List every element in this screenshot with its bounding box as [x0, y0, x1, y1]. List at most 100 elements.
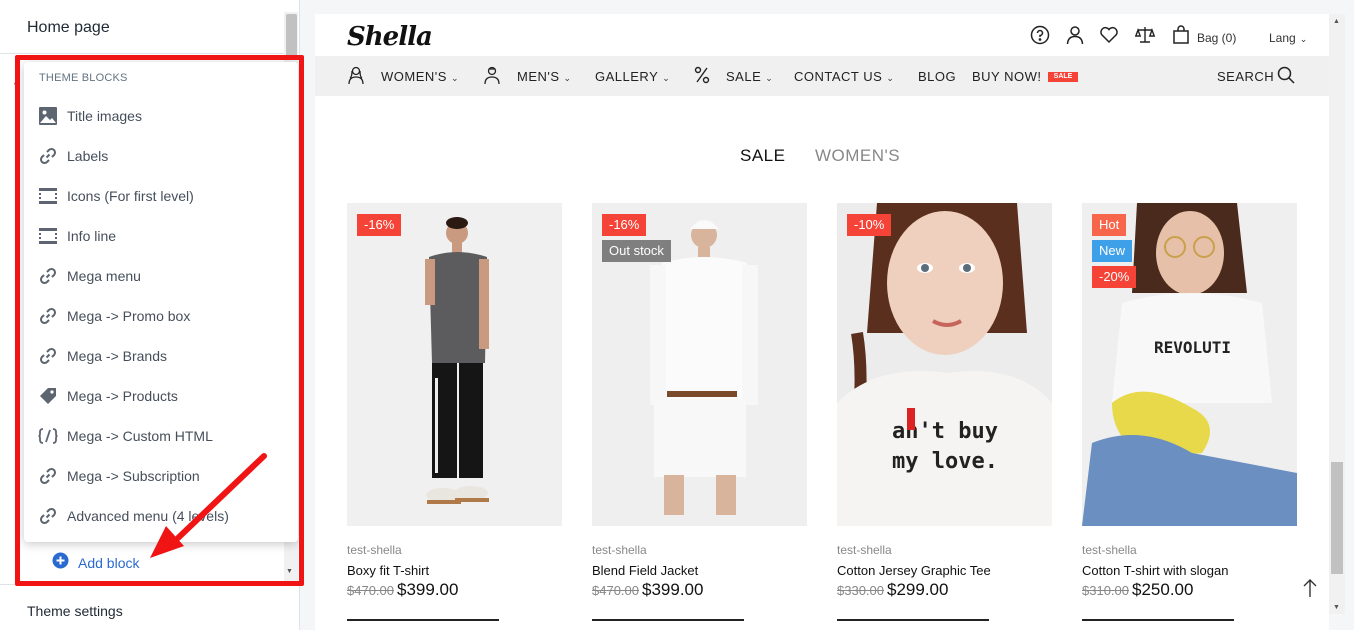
old-price: $330.00 [837, 583, 884, 598]
wishlist-heart-icon[interactable] [1099, 25, 1119, 45]
add-block-label: Add block [78, 555, 140, 571]
search-label[interactable]: SEARCH [1217, 69, 1274, 84]
language-selector[interactable]: Lang ⌄ [1269, 31, 1307, 45]
product-price: $310.00 $250.00 [1082, 580, 1193, 600]
block-item-mega-subscription[interactable]: Mega -> Subscription [38, 462, 282, 490]
popover-heading: THEME BLOCKS [39, 72, 128, 84]
help-icon[interactable] [1030, 25, 1050, 45]
new-badge: New [1092, 240, 1133, 262]
block-item-label: Mega -> Products [67, 388, 178, 404]
product-name[interactable]: Boxy fit T-shirt [347, 563, 429, 578]
preview-scrollbar-thumb[interactable] [1331, 462, 1343, 574]
section-icon [38, 226, 58, 246]
bag-count[interactable]: Bag (0) [1197, 31, 1236, 45]
hot-badge: Hot [1092, 214, 1127, 236]
block-item-mega-brands[interactable]: Mega -> Brands [38, 342, 282, 370]
block-item-label: Title images [67, 108, 142, 124]
scroll-up-arrow-icon[interactable]: ▲ [1333, 18, 1340, 25]
old-price: $470.00 [347, 583, 394, 598]
chevron-down-icon: ⌄ [662, 73, 671, 83]
product-price: $330.00 $299.00 [837, 580, 948, 600]
block-item-label: Mega -> Promo box [67, 308, 191, 324]
product-image[interactable]: REVOLUTI Hot New -20% [1082, 203, 1297, 526]
block-item-icons[interactable]: Icons (For first level) [38, 182, 282, 210]
block-item-label: Advanced menu (4 levels) [67, 508, 229, 524]
old-price: $470.00 [592, 583, 639, 598]
percent-icon [694, 66, 714, 86]
product-name[interactable]: Cotton Jersey Graphic Tee [837, 563, 991, 578]
discount-badge: -16% [357, 214, 402, 236]
lang-label: Lang [1269, 31, 1296, 45]
compare-scales-icon[interactable] [1134, 25, 1156, 45]
tab-womens[interactable]: WOMEN'S [815, 146, 900, 166]
chevron-down-icon: ⌄ [886, 73, 895, 83]
sale-price: $250.00 [1132, 580, 1194, 599]
product-price: $470.00 $399.00 [592, 580, 703, 600]
block-item-label: Mega -> Custom HTML [67, 428, 213, 444]
nav-mens[interactable]: MEN'S ⌄ [517, 69, 572, 84]
block-item-label: Mega -> Brands [67, 348, 167, 364]
nav-sale[interactable]: SALE ⌄ [726, 69, 773, 84]
sale-badge: SALE [1048, 72, 1078, 82]
block-item-label: Labels [67, 148, 109, 164]
chevron-down-icon: ⌄ [450, 73, 459, 83]
nav-womens[interactable]: WOMEN'S ⌄ [381, 69, 459, 84]
bag-icon[interactable] [1171, 25, 1191, 45]
block-item-mega-menu[interactable]: Mega menu [38, 262, 282, 290]
back-to-top-arrow-icon[interactable] [1302, 578, 1322, 600]
old-price: $310.00 [1082, 583, 1129, 598]
account-icon[interactable] [1065, 25, 1085, 45]
store-logo[interactable]: Shella [347, 22, 433, 52]
nav-contact-us[interactable]: CONTACT US ⌄ [794, 69, 894, 84]
card-divider [347, 619, 499, 621]
theme-blocks-popover: THEME BLOCKS Title images Labels Icons (… [24, 62, 298, 542]
tab-sale[interactable]: SALE [740, 146, 785, 166]
chevron-down-icon: ⌄ [765, 73, 774, 83]
scroll-down-arrow-icon[interactable]: ▼ [286, 568, 293, 575]
block-item-title-images[interactable]: Title images [38, 102, 282, 130]
product-name[interactable]: Blend Field Jacket [592, 563, 698, 578]
chevron-down-icon: ⌄ [1299, 34, 1308, 44]
theme-settings-link[interactable]: Theme settings [0, 584, 299, 630]
discount-badge: -16% [602, 214, 647, 236]
block-item-info-line[interactable]: Info line [38, 222, 282, 250]
link-icon [38, 306, 58, 326]
search-icon[interactable] [1277, 66, 1297, 86]
product-image[interactable]: an't buy my love. -10% [837, 203, 1052, 526]
nav-blog[interactable]: BLOG [918, 69, 956, 84]
block-item-advanced-menu[interactable]: Advanced menu (4 levels) [38, 502, 282, 530]
scroll-down-arrow-icon[interactable]: ▼ [1333, 604, 1340, 611]
editor-sidebar: Home page ▼ ▼ THEME BLOCKS Title images … [0, 0, 300, 630]
block-item-mega-promo-box[interactable]: Mega -> Promo box [38, 302, 282, 330]
nav-label: GALLERY [595, 69, 659, 84]
link-icon [38, 466, 58, 486]
nav-buy-now[interactable]: BUY NOW! [972, 69, 1042, 84]
product-price: $470.00 $399.00 [347, 580, 458, 600]
block-item-label: Info line [67, 228, 117, 244]
nav-label: CONTACT US [794, 69, 883, 84]
collapse-chevron-icon: ▼ [12, 80, 21, 90]
sidebar-scrollbar-thumb[interactable] [286, 14, 297, 56]
out-of-stock-badge: Out stock [602, 240, 671, 262]
product-image[interactable]: -16% [347, 203, 562, 526]
card-divider [837, 619, 989, 621]
product-name[interactable]: Cotton T-shirt with slogan [1082, 563, 1228, 578]
code-icon [38, 426, 58, 446]
product-photo [347, 203, 562, 526]
card-divider [1082, 619, 1234, 621]
link-icon [38, 346, 58, 366]
block-item-mega-products[interactable]: Mega -> Products [38, 382, 282, 410]
man-icon [483, 66, 503, 86]
nav-label: SALE [726, 69, 762, 84]
product-image[interactable]: -16% Out stock [592, 203, 807, 526]
store-header: Shella Bag (0) Lang ⌄ [315, 14, 1329, 56]
block-item-mega-custom-html[interactable]: Mega -> Custom HTML [38, 422, 282, 450]
sale-price: $299.00 [887, 580, 949, 599]
block-item-labels[interactable]: Labels [38, 142, 282, 170]
nav-gallery[interactable]: GALLERY ⌄ [595, 69, 670, 84]
product-card: -16% Out stock test-shella Blend Field J… [592, 203, 807, 630]
svg-text:my love.: my love. [892, 449, 998, 474]
block-item-label: Mega menu [67, 268, 141, 284]
card-divider [592, 619, 744, 621]
add-block-button[interactable]: Add block [52, 552, 139, 574]
